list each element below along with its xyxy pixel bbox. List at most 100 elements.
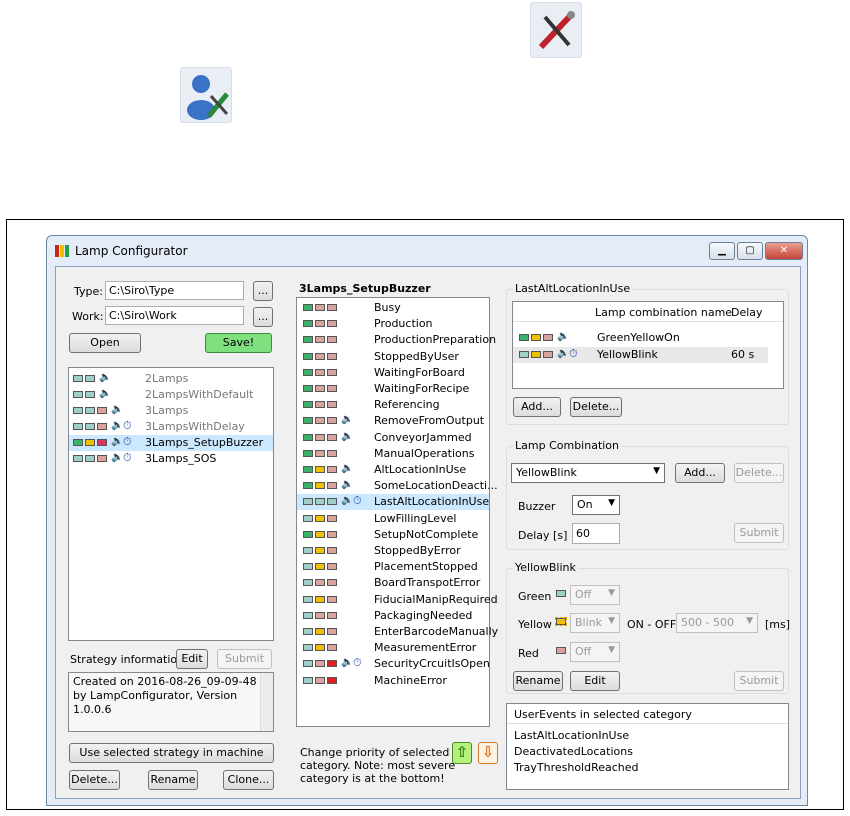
event-item[interactable]: WaitingForRecipe [297, 381, 489, 397]
on-off-value: 500 - 500 [681, 616, 734, 629]
on-off-select[interactable]: 500 - 500 ▼ [676, 613, 758, 633]
strategy-item[interactable]: 🔈 ⏱ 3Lamps_SetupBuzzer [69, 435, 273, 451]
event-name: ProductionPreparation [374, 333, 497, 347]
yb-edit-button[interactable]: Edit [570, 671, 620, 691]
green-select[interactable]: Off ▼ [570, 585, 620, 605]
event-item[interactable]: FiducialManipRequired [297, 592, 498, 608]
info-scrollbar[interactable] [260, 673, 273, 731]
event-item[interactable]: 🔈 ⏱ SecurityCrcuitIsOpen [297, 656, 490, 672]
event-item[interactable]: EnterBarcodeManually [297, 624, 498, 640]
strategy-list[interactable]: 🔈 2Lamps 🔈 2LampsWithDefault 🔈 3Lamps 🔈 ⏱ 3Lamps… [68, 367, 274, 641]
lamp-icon [97, 455, 107, 462]
event-item[interactable]: 🔈 ⏱ LastAltLocationInUse [297, 494, 489, 511]
delay-input[interactable] [572, 523, 620, 544]
col-name-header[interactable]: Lamp combination name [595, 306, 732, 319]
user-events-panel[interactable]: UserEvents in selected category LastAltL… [506, 703, 789, 790]
delete-strategy-button[interactable]: Delete... [69, 770, 120, 790]
event-item[interactable]: Production [297, 316, 489, 332]
info-edit-button[interactable]: Edit [176, 649, 208, 669]
user-event-name: DeactivatedLocations [514, 745, 633, 758]
clone-strategy-button[interactable]: Clone... [223, 770, 274, 790]
strategy-item[interactable]: 🔈 ⏱ 3LampsWithDelay [69, 419, 273, 435]
event-item[interactable]: SetupNotComplete [297, 527, 489, 543]
lamp-icon [315, 304, 325, 311]
col-delay-header[interactable]: Delay [731, 306, 763, 319]
app-icon [55, 245, 69, 257]
event-item[interactable]: ManualOperations [297, 446, 489, 462]
event-item[interactable]: ProductionPreparation [297, 332, 496, 348]
lamp-combination-select[interactable]: YellowBlink ▼ [511, 463, 665, 483]
lamp-icon [327, 368, 337, 376]
combo-row[interactable]: 🔈 ⏱ YellowBlink 60 s [513, 347, 768, 363]
combo-delete-button[interactable]: Delete... [570, 397, 622, 417]
event-item[interactable]: PlacementStopped [297, 559, 489, 575]
user-event-item[interactable]: DeactivatedLocations [507, 744, 788, 760]
lamp-icon [327, 563, 337, 571]
event-name: EnterBarcodeManually [374, 625, 499, 638]
lamp-icon [315, 498, 325, 506]
combo-table[interactable]: Lamp combination name Delay 🔈 GreenYellow… [512, 301, 784, 389]
lamp-icon [303, 368, 313, 376]
work-browse-button[interactable]: ... [253, 307, 273, 327]
event-item[interactable]: StoppedByError [297, 543, 489, 559]
yb-submit-button[interactable]: Submit [734, 671, 784, 691]
strategy-item[interactable]: 🔈 ⏱ 3Lamps_SOS [69, 451, 273, 467]
event-name: Production [374, 317, 433, 331]
lamp-icon [315, 676, 325, 684]
use-strategy-button[interactable]: Use selected strategy in machine [69, 743, 274, 763]
rename-strategy-button[interactable]: Rename [148, 770, 198, 790]
priority-down-button[interactable]: ⇩ [478, 742, 498, 764]
close-button[interactable]: ✕ [765, 242, 803, 260]
save-button[interactable]: Save! [205, 333, 272, 353]
red-select[interactable]: Off ▼ [570, 642, 620, 662]
event-item[interactable]: Busy [297, 300, 489, 316]
work-path-input[interactable] [105, 306, 244, 325]
lc-delete-button[interactable]: Delete... [734, 463, 784, 483]
delay-label: Delay [s] [518, 529, 568, 542]
strategy-item[interactable]: 🔈 2LampsWithDefault [69, 387, 273, 403]
event-item[interactable]: 🔈 SomeLocationDeacti... [297, 478, 498, 494]
event-item[interactable]: BoardTranspotError [297, 575, 489, 591]
strategy-item[interactable]: 🔈 2Lamps [69, 371, 273, 387]
event-item[interactable]: WaitingForBoard [297, 365, 489, 381]
event-list[interactable]: Busy Production ProductionPreparation Stopp… [296, 297, 498, 727]
user-event-item[interactable]: LastAltLocationInUse [507, 728, 788, 744]
buzzer-icon: 🔈 [341, 657, 354, 669]
event-item[interactable]: StoppedByUser [297, 349, 489, 365]
event-item[interactable]: 🔈 ConveyorJammed [297, 430, 489, 446]
event-item[interactable]: 🔈 RemoveFromOutput [297, 413, 489, 429]
lc-submit-button[interactable]: Submit [734, 523, 784, 543]
info-submit-button[interactable]: Submit [217, 649, 272, 669]
open-button[interactable]: Open [69, 333, 141, 353]
lamp-icon [303, 320, 313, 328]
strategy-name: 3Lamps_SOS [145, 452, 217, 465]
user-event-item[interactable]: TrayThresholdReached [507, 760, 788, 776]
lamp-icon [327, 482, 337, 490]
lc-add-button[interactable]: Add... [675, 463, 725, 483]
minimize-button[interactable]: ▁ [709, 242, 735, 260]
event-item[interactable]: LowFillingLevel [297, 511, 489, 527]
lamp-icon [327, 660, 337, 668]
event-item[interactable]: 🔈 AltLocationInUse [297, 462, 489, 478]
yellow-select[interactable]: Blink ▼ [570, 613, 620, 633]
event-item[interactable]: MachineError [297, 673, 489, 689]
buzzer-select[interactable]: On ▼ [572, 495, 620, 515]
user-event-name: LastAltLocationInUse [514, 729, 630, 742]
event-item[interactable]: PackagingNeeded [297, 608, 489, 624]
lamp-icon [327, 579, 337, 587]
strategy-name: 3LampsWithDelay [145, 420, 245, 433]
chevron-down-icon: ▼ [746, 616, 753, 626]
type-path-input[interactable] [105, 281, 244, 300]
red-value: Off [575, 645, 592, 658]
combo-add-button[interactable]: Add... [513, 397, 561, 417]
strategy-item[interactable]: 🔈 3Lamps [69, 403, 273, 419]
event-name: MachineError [374, 673, 447, 687]
event-item[interactable]: Referencing [297, 397, 489, 413]
priority-up-button[interactable]: ⇧ [452, 742, 472, 764]
event-item[interactable]: MeasurementError [297, 640, 489, 656]
yb-rename-button[interactable]: Rename [513, 671, 563, 691]
maximize-button[interactable]: ▢ [737, 242, 763, 260]
combo-row[interactable]: 🔈 GreenYellowOn [513, 330, 783, 346]
lamp-icon [315, 482, 325, 490]
type-browse-button[interactable]: ... [253, 281, 273, 301]
